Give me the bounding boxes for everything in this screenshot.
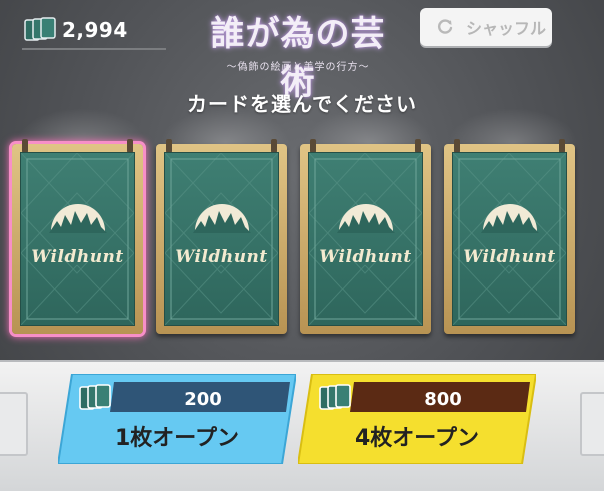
moon-emblem-icon: [481, 204, 539, 233]
card-face: Wildhunt: [308, 152, 423, 326]
card-back[interactable]: Wildhunt: [300, 139, 431, 334]
card-back[interactable]: Wildhunt: [12, 139, 143, 334]
card-stack-icon: [24, 17, 56, 41]
pin: [166, 139, 172, 153]
card-stack-icon: [79, 384, 111, 410]
card-face: Wildhunt: [20, 152, 135, 326]
game-logo: 誰が為の芸術 〜偽飾の絵画と美学の行方〜: [198, 6, 398, 103]
refresh-icon: [438, 19, 453, 34]
moon-emblem-icon: [337, 204, 395, 233]
moon-emblem-icon: [49, 204, 107, 233]
card-stack-icon: [319, 384, 351, 410]
pin: [415, 139, 421, 153]
open-four-label: 4枚オープン: [355, 426, 479, 451]
card-brand-text: Wildhunt: [319, 247, 412, 267]
logo-subtitle: 〜偽飾の絵画と美学の行方〜: [226, 62, 370, 73]
open-four-cost: 800: [424, 389, 462, 410]
card-brand-text: Wildhunt: [31, 247, 124, 267]
open-one-label: 1枚オープン: [115, 426, 239, 451]
pin: [310, 139, 316, 153]
card-face: Wildhunt: [452, 152, 567, 326]
pin: [22, 139, 28, 153]
moon-emblem-icon: [193, 204, 251, 233]
currency-value: 2,994: [62, 18, 128, 42]
right-side-panel: [580, 392, 604, 456]
shuffle-button[interactable]: シャッフル: [420, 8, 552, 46]
card-back[interactable]: Wildhunt: [156, 139, 287, 334]
pin: [271, 139, 277, 153]
card-back[interactable]: Wildhunt: [444, 139, 575, 334]
shuffle-label: シャッフル: [466, 19, 547, 38]
pin: [454, 139, 460, 153]
open-one-button[interactable]: 200 1枚オープン: [58, 374, 296, 464]
pin: [559, 139, 565, 153]
currency-display: 2,994: [22, 14, 166, 50]
card-brand-text: Wildhunt: [175, 247, 268, 267]
open-four-button[interactable]: 800 4枚オープン: [298, 374, 536, 464]
card-brand-text: Wildhunt: [463, 247, 556, 267]
left-side-panel: [0, 392, 28, 456]
card-select-screen: { "header": { "currency_value": "2,994",…: [0, 0, 604, 491]
open-one-cost: 200: [184, 389, 222, 410]
card-face: Wildhunt: [164, 152, 279, 326]
pin: [127, 139, 133, 153]
